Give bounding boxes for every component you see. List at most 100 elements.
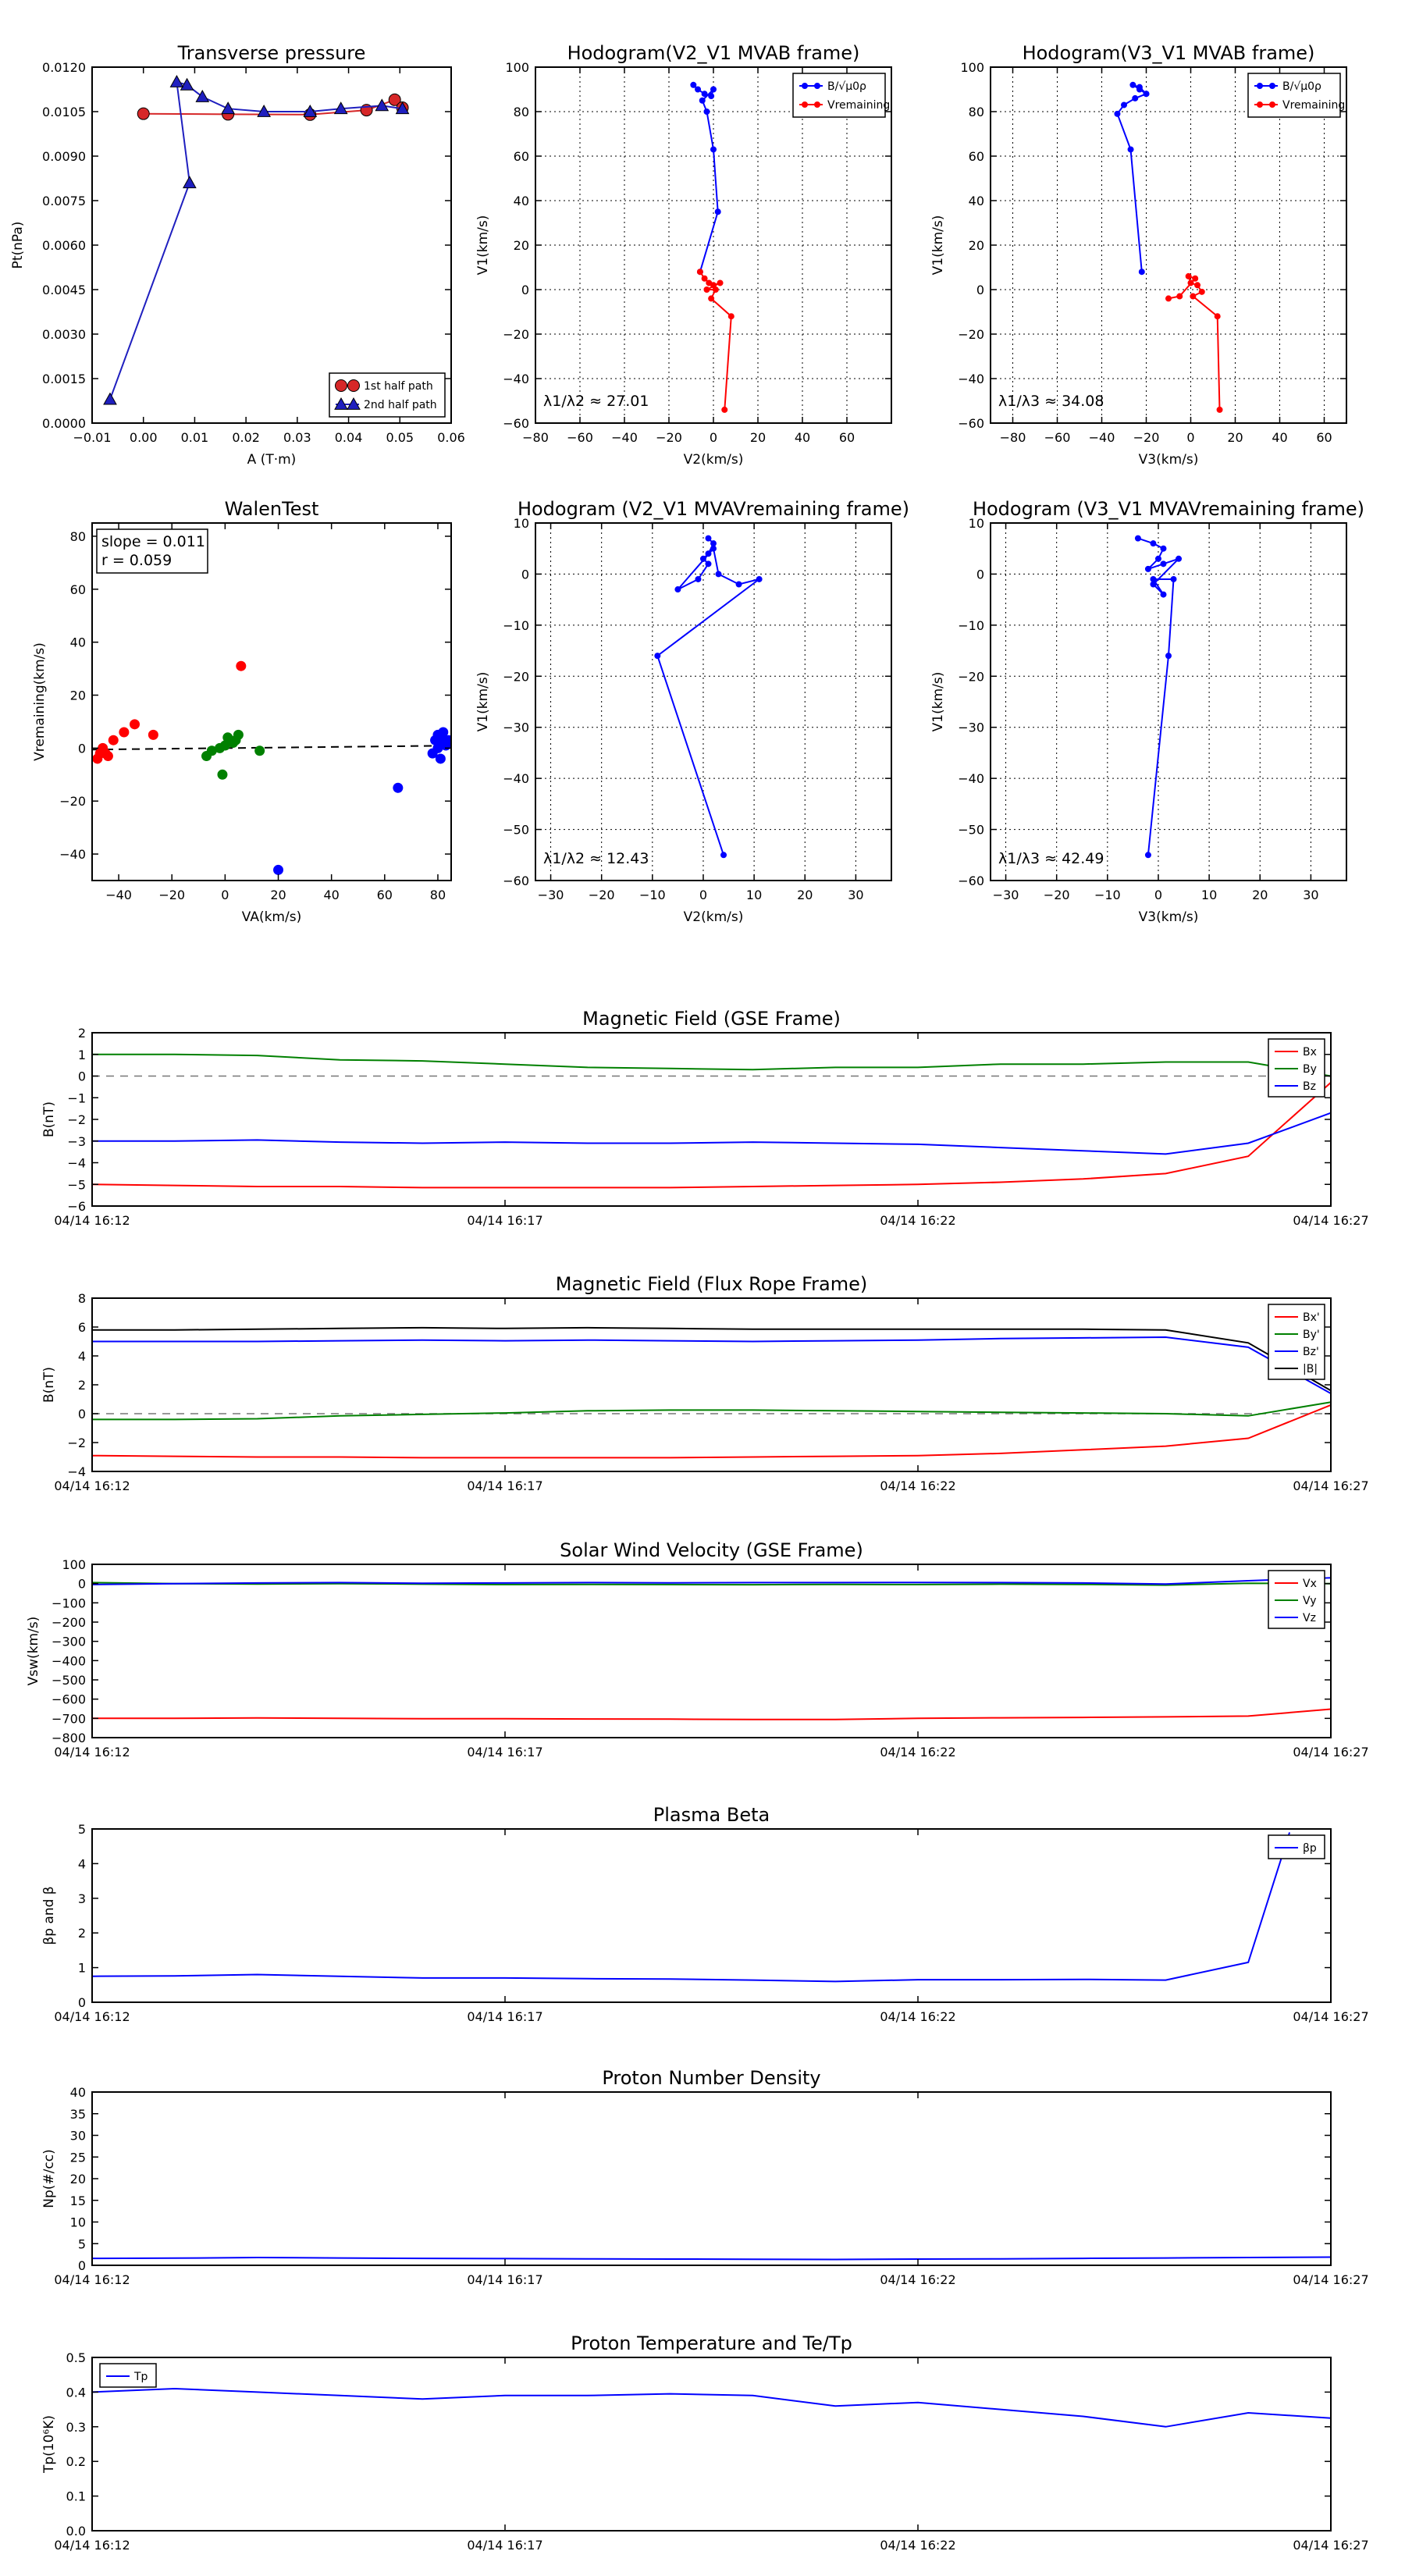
series-line-1 (92, 1053, 1331, 1077)
data-point (705, 535, 712, 542)
ratio-annotation: λ1/λ2 ≈ 12.43 (543, 850, 649, 867)
data-point (1176, 555, 1183, 562)
plot-area (92, 2387, 1331, 2428)
data-point (1150, 575, 1157, 582)
chart-title: Hodogram(V3_V1 MVAB frame) (1023, 42, 1315, 64)
x-tick-label: 04/14 16:22 (880, 2272, 955, 2287)
y-tick-label: 20 (969, 238, 984, 253)
chart-title: Hodogram(V2_V1 MVAB frame) (567, 42, 860, 64)
x-tick-label: −20 (158, 888, 185, 902)
x-tick-label: 0.01 (181, 430, 209, 445)
data-point (1121, 101, 1127, 109)
legend-label: Vy (1303, 1595, 1317, 1607)
y-tick-label: 20 (514, 238, 529, 253)
y-axis-label: Tp(10⁶K) (41, 2415, 57, 2474)
ratio-annotation: λ1/λ2 ≈ 27.01 (543, 393, 649, 410)
y-tick-label: −40 (958, 372, 984, 386)
y-tick-label: 2 (78, 1926, 86, 1941)
x-tick-label: 04/14 16:17 (467, 2272, 542, 2287)
y-tick-label: −5 (67, 1177, 86, 1192)
y-tick-label: 80 (70, 529, 86, 544)
plot-area (1114, 81, 1223, 413)
y-tick-label: −600 (52, 1692, 86, 1707)
series-line-0 (1116, 84, 1148, 272)
axes-frame (91, 522, 452, 881)
data-point (1165, 295, 1172, 302)
y-tick-label: 6 (78, 1320, 86, 1335)
data-point (1165, 653, 1172, 660)
legend-marker (814, 101, 820, 108)
chart-h2: −80 −60 −40 −20 0 20 40 60 −60 −40 −20 0 20 40 60 80 100… (930, 42, 1347, 468)
legend-label: Vremaining (827, 99, 890, 112)
axes-frame (91, 1297, 1332, 1472)
axes-frame (91, 2091, 1332, 2266)
data-point (254, 745, 265, 756)
y-axis-label: Vsw(km/s) (26, 1617, 41, 1686)
data-point (1136, 84, 1143, 91)
x-tick-label: 04/14 16:22 (880, 2538, 955, 2553)
y-tick-label: −6 (67, 1199, 86, 1214)
y-axis-label: βp and β (41, 1886, 57, 1944)
x-tick-label: 0 (1154, 888, 1162, 902)
y-tick-label: 40 (70, 2085, 86, 2100)
data-point (1214, 313, 1221, 320)
data-point (701, 275, 708, 282)
x-tick-label: 04/14 16:17 (467, 1478, 542, 1493)
data-point (756, 575, 763, 582)
x-tick-label: 04/14 16:12 (54, 2538, 130, 2553)
data-point (137, 107, 150, 120)
chart-pt: −0.01 0.00 0.01 0.02 0.03 0.04 0.05 0.06 0.0000 0… (10, 42, 465, 468)
data-point (1150, 540, 1157, 547)
y-tick-label: 100 (505, 60, 529, 75)
y-tick-label: −10 (503, 618, 529, 633)
y-tick-label: 8 (78, 1291, 86, 1306)
y-tick-label: −2 (67, 1436, 86, 1450)
x-tick-label: 0.06 (437, 430, 465, 445)
y-tick-label: 0.0 (66, 2524, 86, 2539)
x-tick-label: 60 (1316, 430, 1332, 445)
y-tick-label: 0.4 (66, 2385, 86, 2400)
y-tick-label: 0.0060 (42, 238, 86, 253)
y-tick-label: 100 (62, 1557, 86, 1572)
x-tick-label: 0 (710, 430, 717, 445)
x-tick-label: 04/14 16:27 (1293, 1745, 1368, 1759)
series-line-2 (92, 1336, 1331, 1394)
y-tick-label: 60 (70, 582, 86, 597)
axes-frame (91, 66, 452, 424)
x-axis-label: V3(km/s) (1139, 909, 1199, 925)
data-point (183, 176, 197, 189)
y-tick-label: 0 (78, 1069, 86, 1084)
y-tick-label: −40 (503, 771, 529, 786)
legend-label: By (1303, 1063, 1317, 1076)
x-tick-label: 04/14 16:12 (54, 1745, 130, 1759)
y-tick-label: −60 (503, 416, 529, 431)
y-tick-label: −60 (958, 873, 984, 888)
series-line-2 (92, 1577, 1331, 1585)
data-point (1138, 269, 1145, 276)
y-tick-label: 0.0075 (42, 194, 86, 208)
chart-beta: 04/14 16:12 04/14 16:17 04/14 16:22 04/14 1… (41, 1804, 1369, 2024)
x-tick-label: 0 (1186, 430, 1194, 445)
plot-area (92, 1577, 1331, 1720)
y-tick-label: −200 (52, 1615, 86, 1630)
data-point (443, 735, 451, 745)
y-tick-label: −40 (958, 771, 984, 786)
data-point (703, 286, 710, 293)
y-tick-label: 4 (78, 1349, 86, 1364)
data-point (1160, 545, 1167, 552)
series-line-0 (656, 537, 760, 856)
x-tick-label: 04/14 16:17 (467, 2009, 542, 2024)
chart-title: Solar Wind Velocity (GSE Frame) (560, 1539, 863, 1561)
x-tick-label: −30 (993, 888, 1019, 902)
axes-frame (990, 522, 1347, 881)
y-tick-label: 0 (78, 741, 86, 756)
y-tick-label: −60 (503, 873, 529, 888)
x-tick-label: 10 (746, 888, 762, 902)
data-point (701, 91, 708, 98)
x-tick-label: −40 (1089, 430, 1115, 445)
data-point (233, 729, 244, 740)
x-tick-label: −60 (567, 430, 593, 445)
data-point (712, 286, 719, 293)
x-tick-label: 20 (1252, 888, 1268, 902)
x-tick-label: 0.04 (335, 430, 363, 445)
